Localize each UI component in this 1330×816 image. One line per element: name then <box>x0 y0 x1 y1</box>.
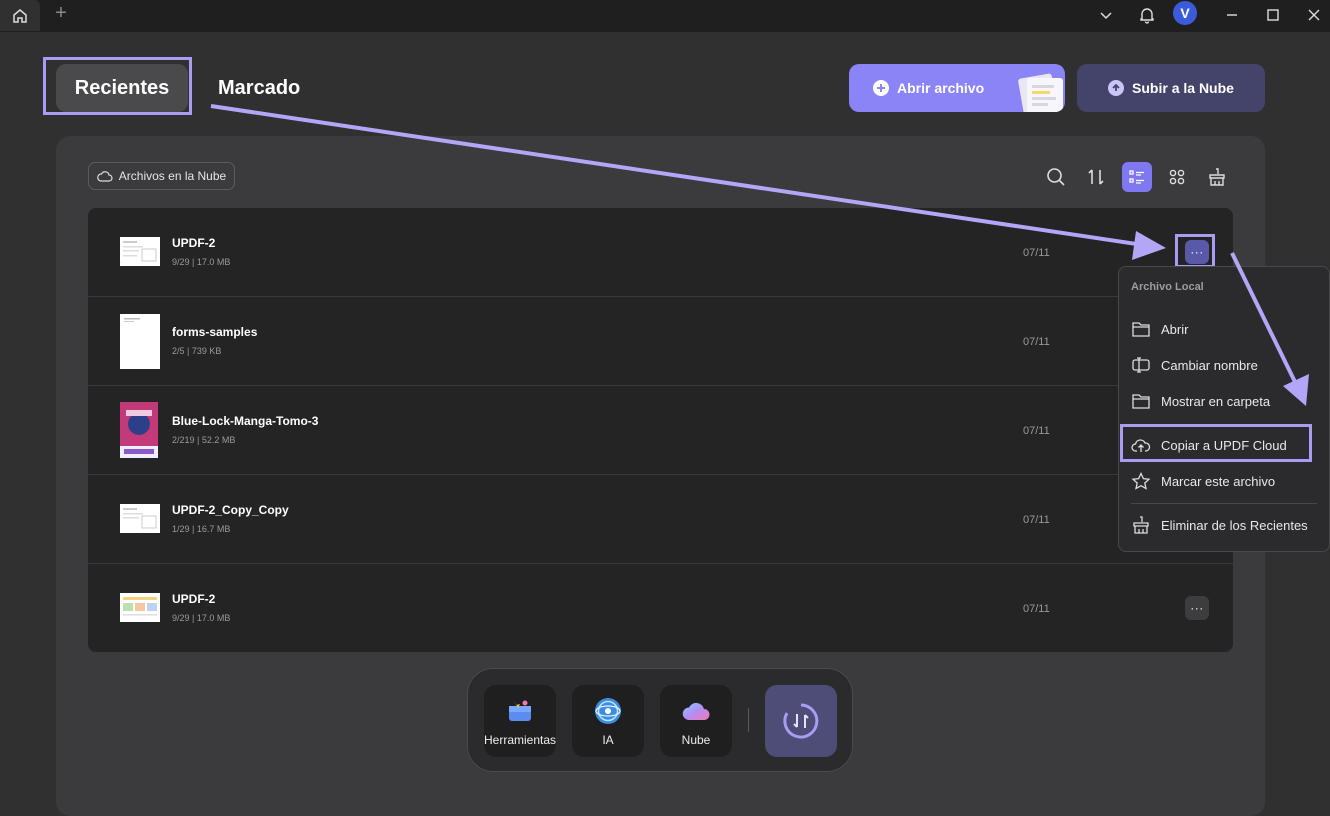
menu-item-label: Cambiar nombre <box>1161 357 1258 373</box>
file-name: UPDF-2_Copy_Copy <box>172 503 289 517</box>
cloud-icon <box>681 695 711 727</box>
context-menu-header: Archivo Local <box>1131 281 1204 293</box>
table-row[interactable]: UPDF-2 9/29 | 17.0 MB 07/11 ··· <box>88 208 1233 297</box>
plus-icon <box>873 80 889 96</box>
avatar[interactable]: V <box>1173 1 1197 25</box>
close-icon[interactable] <box>1303 4 1325 26</box>
minimize-icon[interactable] <box>1221 4 1243 26</box>
file-name: UPDF-2 <box>172 592 216 606</box>
menu-item-eliminar-recientes[interactable]: Eliminar de los Recientes <box>1131 507 1321 543</box>
star-icon <box>1131 472 1151 490</box>
bell-icon[interactable] <box>1136 4 1158 26</box>
dock-label: IA <box>602 733 614 747</box>
list-view-icon[interactable] <box>1122 162 1152 192</box>
toolbox-icon <box>506 695 534 727</box>
highlight-frame-more <box>1175 234 1215 268</box>
file-name: forms-samples <box>172 325 258 339</box>
file-meta: 1/29 | 16.7 MB <box>172 524 231 534</box>
table-row[interactable]: UPDF-2 9/29 | 17.0 MB 07/11 ··· <box>88 564 1233 653</box>
highlight-frame-copy <box>1120 424 1312 462</box>
file-name: Blue-Lock-Manga-Tomo-3 <box>172 414 319 428</box>
cloud-files-label: Archivos en la Nube <box>118 169 227 183</box>
menu-item-label: Marcar este archivo <box>1161 473 1276 489</box>
ai-orb-icon <box>593 695 623 727</box>
chevron-down-icon[interactable] <box>1095 4 1117 26</box>
upload-cloud-button[interactable]: Subir a la Nube <box>1077 64 1265 112</box>
dock-divider <box>748 708 749 732</box>
menu-item-label: Mostrar en carpeta <box>1161 393 1271 409</box>
upload-cloud-label: Subir a la Nube <box>1132 80 1234 96</box>
file-meta: 2/5 | 739 KB <box>172 346 222 356</box>
grid-view-icon[interactable] <box>1162 162 1192 192</box>
more-options-button[interactable]: ··· <box>1185 596 1209 620</box>
cloud-icon <box>96 171 113 182</box>
clear-recent-icon[interactable] <box>1202 162 1232 192</box>
file-name: UPDF-2 <box>172 236 216 250</box>
menu-item-label: Abrir <box>1161 321 1189 337</box>
table-row[interactable]: UPDF-2_Copy_Copy 1/29 | 16.7 MB 07/11 <box>88 475 1233 564</box>
dock-nube[interactable]: Nube <box>660 685 732 757</box>
broom-icon <box>1133 516 1149 534</box>
menu-item-abrir[interactable]: Abrir <box>1131 311 1321 347</box>
home-icon <box>13 8 27 23</box>
menu-item-mostrar-carpeta[interactable]: Mostrar en carpeta <box>1131 383 1321 419</box>
menu-divider <box>1131 503 1317 504</box>
sort-icon[interactable] <box>1081 162 1111 192</box>
open-file-label: Abrir archivo <box>897 80 985 96</box>
menu-item-cambiar-nombre[interactable]: Cambiar nombre <box>1131 347 1321 383</box>
file-meta: 9/29 | 17.0 MB <box>172 257 231 267</box>
file-meta: 2/219 | 52.2 MB <box>172 435 236 445</box>
dock-ia[interactable]: IA <box>572 685 644 757</box>
context-menu: Archivo Local Abrir Cambiar nombre Mostr… <box>1118 266 1330 552</box>
file-meta: 9/29 | 17.0 MB <box>172 613 231 623</box>
search-icon[interactable] <box>1041 162 1071 192</box>
new-tab-button[interactable]: + <box>52 3 70 23</box>
file-thumbnail <box>120 314 160 369</box>
file-date: 07/11 <box>1023 247 1050 259</box>
maximize-icon[interactable] <box>1262 4 1284 26</box>
file-date: 07/11 <box>1023 514 1050 526</box>
dock-herramientas[interactable]: Herramientas <box>484 685 556 757</box>
open-file-button[interactable]: Abrir archivo <box>849 64 1065 112</box>
rename-icon <box>1132 357 1150 373</box>
file-thumbnail <box>120 593 160 622</box>
menu-item-marcar[interactable]: Marcar este archivo <box>1131 463 1321 499</box>
document-stack-icon <box>1018 73 1063 112</box>
tab-marcado[interactable]: Marcado <box>218 64 300 112</box>
dock-label: Nube <box>681 733 711 747</box>
folder-open-icon <box>1132 394 1150 409</box>
file-list: UPDF-2 9/29 | 17.0 MB 07/11 ··· forms-sa… <box>88 208 1233 652</box>
arrow-up-icon <box>1108 80 1125 96</box>
file-thumbnail <box>120 504 160 533</box>
highlight-frame-recientes <box>43 57 192 115</box>
home-tab[interactable] <box>0 0 40 31</box>
menu-item-label: Eliminar de los Recientes <box>1161 517 1308 533</box>
file-date: 07/11 <box>1023 603 1050 615</box>
cloud-files-filter[interactable]: Archivos en la Nube <box>88 162 235 190</box>
dock-label: Herramientas <box>483 733 557 747</box>
dock-convert-button[interactable] <box>765 685 837 757</box>
file-date: 07/11 <box>1023 336 1050 348</box>
convert-icon <box>783 703 819 739</box>
file-thumbnail <box>120 402 158 458</box>
table-row[interactable]: forms-samples 2/5 | 739 KB 07/11 <box>88 297 1233 386</box>
title-bar <box>0 0 1330 32</box>
file-thumbnail <box>120 237 160 266</box>
file-date: 07/11 <box>1023 425 1050 437</box>
table-row[interactable]: Blue-Lock-Manga-Tomo-3 2/219 | 52.2 MB 0… <box>88 386 1233 475</box>
folder-icon <box>1132 322 1150 337</box>
